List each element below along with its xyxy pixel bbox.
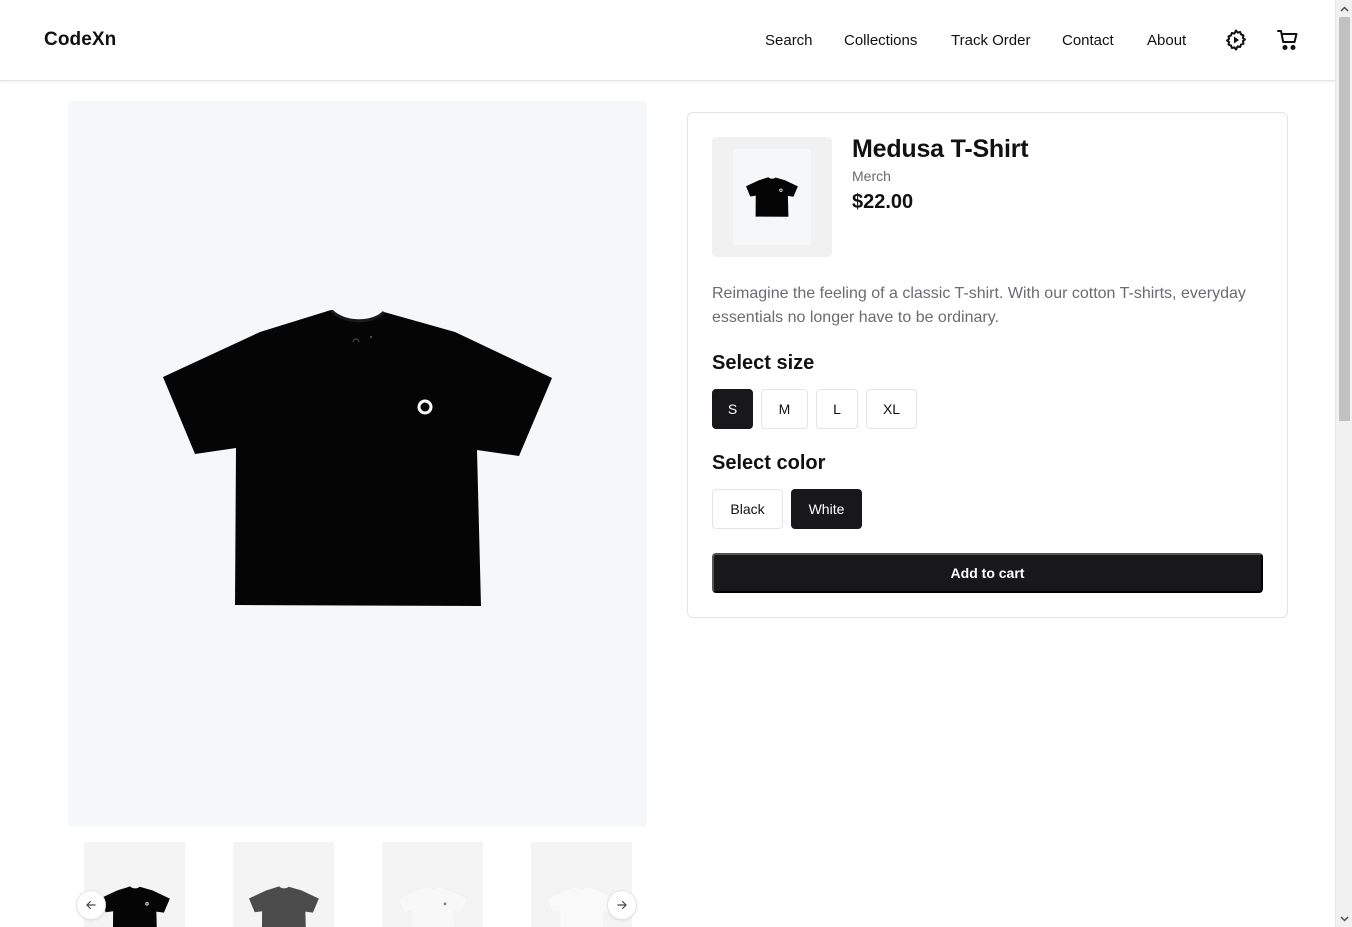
product-price: $22.00 bbox=[852, 191, 914, 213]
nav-link-track-order[interactable]: Track Order bbox=[951, 32, 1030, 49]
scroll-up-arrow[interactable] bbox=[1336, 0, 1352, 17]
size-option-s[interactable]: S bbox=[712, 389, 753, 429]
thumbnail-white[interactable] bbox=[382, 842, 483, 927]
site-header: CodeXn Search Collections Track Order Co… bbox=[0, 0, 1335, 81]
page: CodeXn Search Collections Track Order Co… bbox=[0, 0, 1335, 927]
settings-button[interactable] bbox=[1223, 27, 1249, 53]
product-main-image bbox=[68, 101, 647, 826]
gallery-next-button[interactable] bbox=[607, 890, 637, 920]
size-heading: Select size bbox=[712, 352, 815, 374]
arrow-right-icon bbox=[617, 900, 627, 910]
size-option-xl[interactable]: XL bbox=[866, 389, 917, 429]
product-card-thumbnail-frame bbox=[733, 149, 811, 245]
vertical-scrollbar[interactable] bbox=[1335, 0, 1352, 927]
arrow-left-icon bbox=[86, 900, 96, 910]
tshirt-thumbnail-image bbox=[397, 886, 468, 927]
tshirt-image bbox=[162, 309, 552, 606]
size-option-l[interactable]: L bbox=[816, 389, 858, 429]
chevron-down-icon bbox=[1340, 915, 1349, 922]
color-option-black[interactable]: Black bbox=[712, 489, 783, 529]
product-category: Merch bbox=[852, 168, 891, 184]
color-heading: Select color bbox=[712, 452, 826, 474]
product-card-thumbnail bbox=[712, 137, 832, 257]
nav-link-collections[interactable]: Collections bbox=[844, 32, 917, 49]
add-to-cart-button[interactable]: Add to cart bbox=[712, 553, 1263, 593]
cart-icon bbox=[1277, 30, 1298, 50]
tshirt-thumbnail-image bbox=[99, 886, 170, 927]
settings-icon bbox=[1226, 29, 1246, 51]
product-details-card: Medusa T-Shirt Merch $22.00 Reimagine th… bbox=[687, 112, 1288, 618]
product-title: Medusa T-Shirt bbox=[852, 135, 1029, 163]
product-description: Reimagine the feeling of a classic T-shi… bbox=[712, 285, 1246, 326]
color-option-white[interactable]: White bbox=[791, 489, 862, 529]
gallery-prev-button[interactable] bbox=[76, 890, 106, 920]
scroll-down-arrow[interactable] bbox=[1336, 910, 1352, 927]
chevron-up-icon bbox=[1340, 5, 1349, 12]
size-option-m[interactable]: M bbox=[761, 389, 808, 429]
tshirt-small-image bbox=[746, 177, 798, 217]
nav-link-search[interactable]: Search bbox=[765, 32, 813, 49]
nav-link-about[interactable]: About bbox=[1147, 32, 1186, 49]
nav-link-contact[interactable]: Contact bbox=[1062, 32, 1114, 49]
thumbnail-gray[interactable] bbox=[233, 842, 334, 927]
cart-button[interactable] bbox=[1275, 27, 1301, 53]
tshirt-thumbnail-image bbox=[546, 886, 617, 927]
scrollbar-thumb[interactable] bbox=[1339, 17, 1350, 421]
tshirt-thumbnail-image bbox=[248, 886, 319, 927]
site-logo[interactable]: CodeXn bbox=[44, 29, 116, 51]
